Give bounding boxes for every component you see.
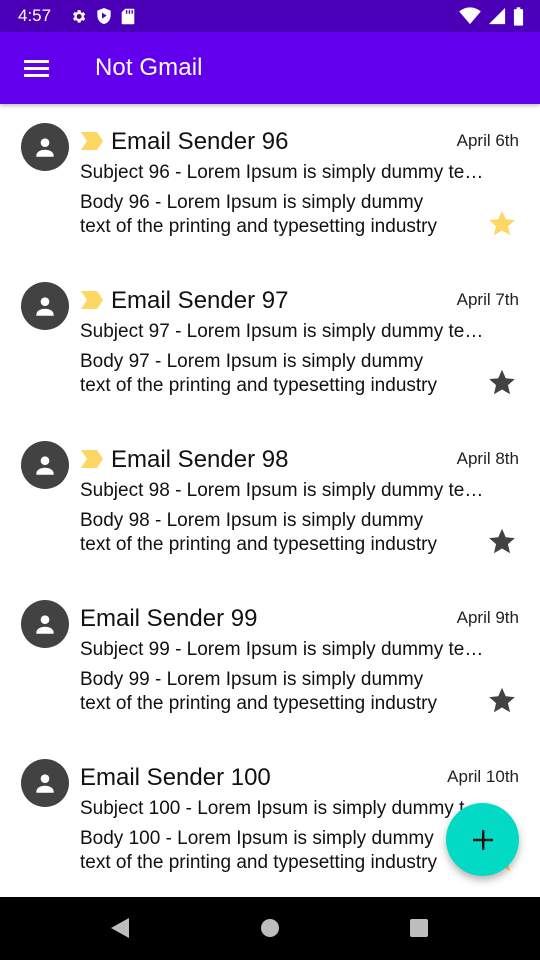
email-body-line: Body 97 - Lorem Ipsum is simply dummy — [80, 351, 424, 372]
compose-fab[interactable] — [446, 803, 519, 876]
email-body-line: Body 99 - Lorem Ipsum is simply dummy — [80, 669, 424, 690]
signal-icon — [488, 7, 506, 25]
email-date: April 9th — [456, 608, 519, 627]
email-body-line: Body 98 - Lorem Ipsum is simply dummy — [80, 510, 424, 531]
email-item[interactable]: Email Sender 97 April 7th Subject 97 - L… — [0, 263, 540, 422]
email-date: April 10th — [447, 767, 519, 786]
recents-icon — [410, 919, 428, 937]
recents-button[interactable] — [404, 913, 434, 943]
plus-icon — [472, 829, 493, 850]
email-body-line: text of the printing and typesetting ind… — [80, 852, 437, 873]
email-item[interactable]: Email Sender 99 April 9th Subject 99 - L… — [0, 581, 540, 740]
avatar — [21, 759, 69, 807]
home-button[interactable] — [255, 913, 285, 943]
sender-row: Email Sender 100 — [80, 760, 271, 796]
avatar — [21, 282, 69, 330]
menu-button[interactable] — [14, 45, 60, 91]
email-subject: Subject 99 - Lorem Ipsum is simply dummy… — [80, 639, 488, 660]
app-title: Not Gmail — [95, 54, 203, 81]
important-marker-icon[interactable] — [80, 131, 104, 151]
email-subject: Subject 98 - Lorem Ipsum is simply dummy… — [80, 480, 488, 501]
sender-row: Email Sender 97 — [80, 283, 288, 319]
star-icon[interactable] — [488, 527, 516, 555]
sender-name: Email Sender 98 — [111, 446, 289, 473]
email-body: Body 99 - Lorem Ipsum is simply dummy te… — [80, 668, 488, 716]
wifi-icon — [459, 7, 481, 25]
status-bar: 4:57 — [0, 0, 540, 32]
sender-name: Email Sender 99 — [80, 605, 258, 632]
system-nav-bar — [0, 897, 540, 960]
battery-icon — [513, 6, 524, 26]
avatar — [21, 123, 69, 171]
person-icon — [36, 297, 54, 316]
menu-icon — [24, 60, 49, 77]
sender-name: Email Sender 97 — [111, 287, 289, 314]
star-icon[interactable] — [488, 209, 516, 237]
email-item[interactable]: Email Sender 96 April 6th Subject 96 - L… — [0, 104, 540, 263]
back-button[interactable] — [105, 913, 135, 943]
sender-row: Email Sender 98 — [80, 442, 288, 478]
email-body-line: Body 100 - Lorem Ipsum is simply dummy — [80, 828, 434, 849]
person-icon — [36, 615, 54, 634]
shield-icon — [97, 8, 111, 24]
email-body-line: text of the printing and typesetting ind… — [80, 375, 437, 396]
email-body-line: text of the printing and typesetting ind… — [80, 693, 437, 714]
email-date: April 7th — [456, 290, 519, 309]
email-body-line: Body 96 - Lorem Ipsum is simply dummy — [80, 192, 424, 213]
email-body: Body 98 - Lorem Ipsum is simply dummy te… — [80, 509, 488, 557]
app-bar: Not Gmail — [0, 32, 540, 104]
sender-name: Email Sender 100 — [80, 764, 271, 791]
person-icon — [36, 774, 54, 793]
settings-icon — [73, 9, 86, 23]
important-marker-icon[interactable] — [80, 449, 104, 469]
email-body: Body 100 - Lorem Ipsum is simply dummy t… — [80, 827, 488, 875]
email-date: April 6th — [456, 131, 519, 150]
person-icon — [36, 138, 54, 157]
star-icon[interactable] — [488, 686, 516, 714]
sd-card-icon — [121, 8, 135, 24]
sender-row: Email Sender 99 — [80, 601, 257, 637]
important-marker-icon[interactable] — [80, 290, 104, 310]
email-body: Body 97 - Lorem Ipsum is simply dummy te… — [80, 350, 488, 398]
email-subject: Subject 96 - Lorem Ipsum is simply dummy… — [80, 162, 488, 183]
email-subject: Subject 100 - Lorem Ipsum is simply dumm… — [80, 798, 488, 819]
status-left-icons — [70, 7, 135, 25]
avatar — [21, 600, 69, 648]
email-list[interactable]: Email Sender 96 April 6th Subject 96 - L… — [0, 104, 540, 897]
email-body-line: text of the printing and typesetting ind… — [80, 216, 437, 237]
email-body-line: text of the printing and typesetting ind… — [80, 534, 437, 555]
avatar — [21, 441, 69, 489]
sender-name: Email Sender 96 — [111, 128, 289, 155]
home-icon — [261, 919, 279, 937]
status-time: 4:57 — [18, 6, 52, 25]
status-right-icons — [459, 6, 524, 26]
person-icon — [36, 456, 54, 475]
star-icon[interactable] — [488, 368, 516, 396]
email-date: April 8th — [456, 449, 519, 468]
email-body: Body 96 - Lorem Ipsum is simply dummy te… — [80, 191, 488, 239]
sender-row: Email Sender 96 — [80, 124, 288, 160]
email-item[interactable]: Email Sender 98 April 8th Subject 98 - L… — [0, 422, 540, 581]
back-icon — [111, 918, 129, 938]
email-subject: Subject 97 - Lorem Ipsum is simply dummy… — [80, 321, 488, 342]
